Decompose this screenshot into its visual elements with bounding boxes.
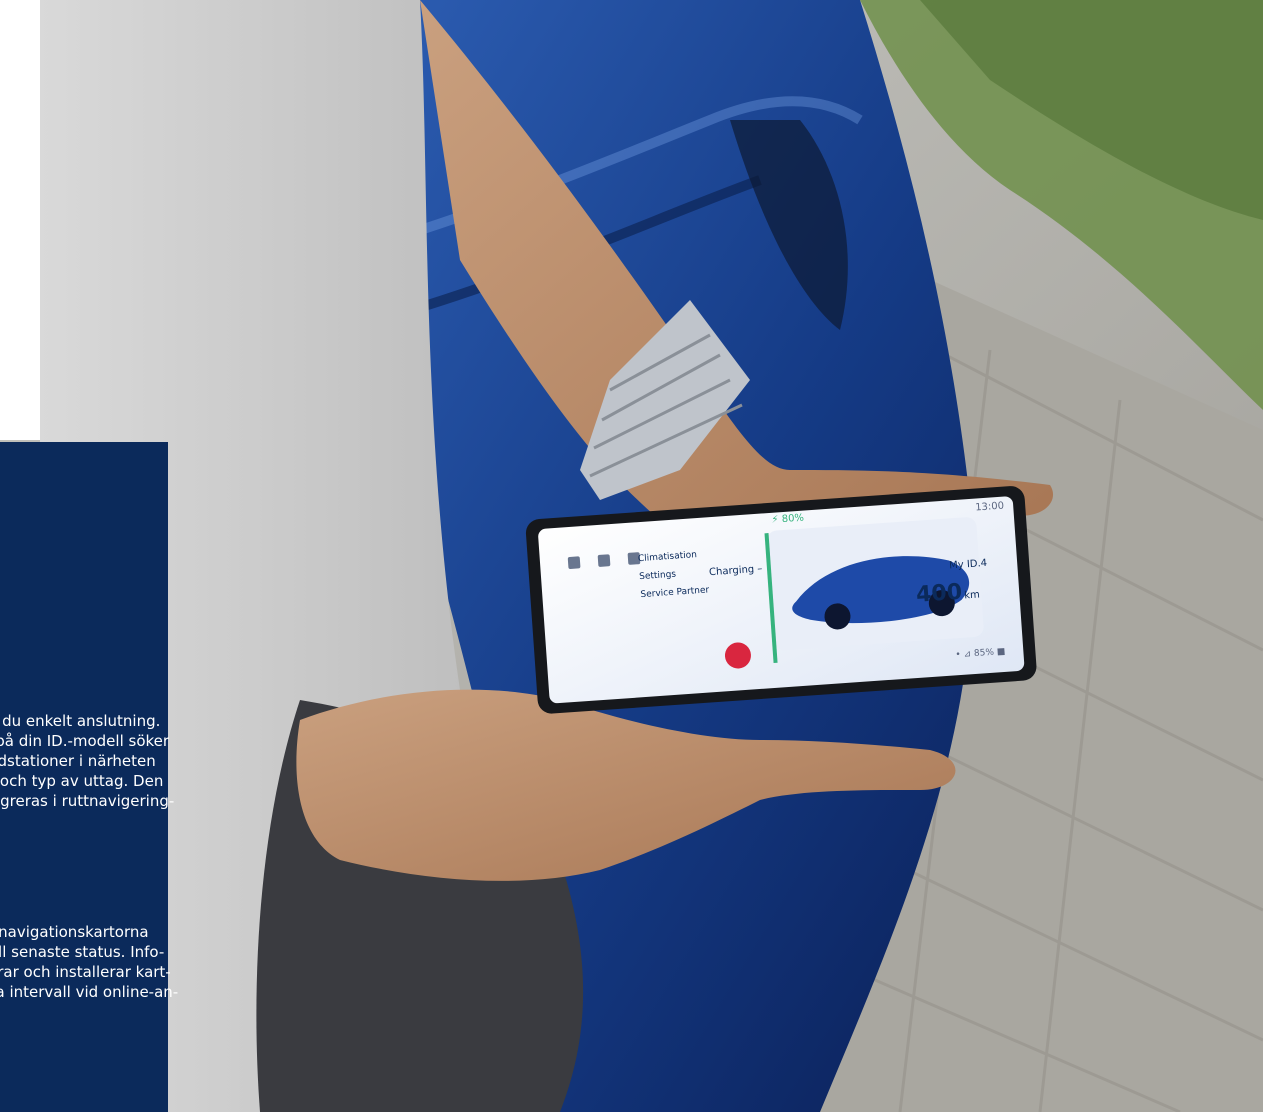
text-line: tegreras i ruttnavigering- <box>0 792 175 810</box>
text-line: är navigationskartorna <box>0 923 149 941</box>
text-line: na intervall vid online-an- <box>0 983 179 1001</box>
app-viewport: ation ar du enkelt anslutning. n på din … <box>0 0 1263 1112</box>
text-line: r och typ av uttag. Den <box>0 772 164 790</box>
text-line: till senaste status. Info- <box>0 943 165 961</box>
paragraph-map-updates: är navigationskartorna till senaste stat… <box>0 922 250 1002</box>
text-line: n på din ID.-modell söker <box>0 732 170 750</box>
panel-heading: ation <box>0 503 168 531</box>
paragraph-charging-stations: ar du enkelt anslutning. n på din ID.-mo… <box>0 711 250 811</box>
text-line: ddstationer i närheten <box>0 752 156 770</box>
text-line: ar du enkelt anslutning. <box>0 712 161 730</box>
text-line: erar och installerar kart- <box>0 963 171 981</box>
